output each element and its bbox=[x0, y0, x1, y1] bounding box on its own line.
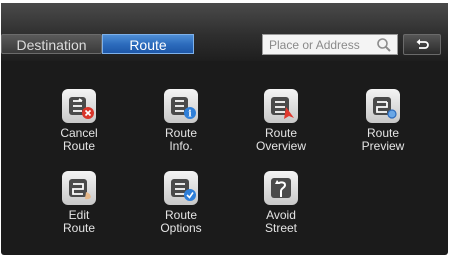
nav-screen: Destination Route Place or Address Cance… bbox=[1, 3, 448, 255]
route-preview-label: Route Preview bbox=[361, 126, 405, 153]
back-arrow-icon bbox=[416, 39, 429, 49]
cancel-route-button[interactable]: Cancel Route bbox=[39, 89, 119, 153]
route-info-button[interactable]: i Route Info. bbox=[141, 89, 221, 153]
svg-text:i: i bbox=[188, 110, 192, 120]
edit-route-icon bbox=[62, 171, 96, 205]
edit-route-button[interactable]: Edit Route bbox=[39, 171, 119, 235]
route-preview-button[interactable]: Route Preview bbox=[343, 89, 423, 153]
route-overview-label: Route Overview bbox=[255, 126, 306, 153]
route-overview-icon bbox=[264, 89, 298, 123]
tab-destination[interactable]: Destination bbox=[1, 34, 102, 54]
avoid-street-button[interactable]: Avoid Street bbox=[241, 171, 321, 235]
back-button[interactable] bbox=[403, 34, 441, 55]
search-placeholder: Place or Address bbox=[269, 38, 360, 52]
cancel-route-icon bbox=[62, 89, 96, 123]
cancel-route-label: Cancel Route bbox=[60, 126, 98, 153]
route-info-icon: i bbox=[164, 89, 198, 123]
search-input[interactable]: Place or Address bbox=[262, 34, 398, 55]
search-icon bbox=[377, 38, 391, 52]
tab-route[interactable]: Route bbox=[102, 34, 194, 54]
header-bar: Destination Route Place or Address bbox=[1, 3, 448, 61]
avoid-street-label: Avoid Street bbox=[264, 208, 297, 235]
edit-route-label: Edit Route bbox=[62, 208, 96, 235]
avoid-street-icon bbox=[264, 171, 298, 205]
route-overview-button[interactable]: Route Overview bbox=[241, 89, 321, 153]
route-info-label: Route Info. bbox=[164, 126, 198, 153]
route-options-label: Route Options bbox=[160, 208, 202, 235]
route-options-icon bbox=[164, 171, 198, 205]
route-options-button[interactable]: Route Options bbox=[141, 171, 221, 235]
route-preview-icon bbox=[366, 89, 400, 123]
